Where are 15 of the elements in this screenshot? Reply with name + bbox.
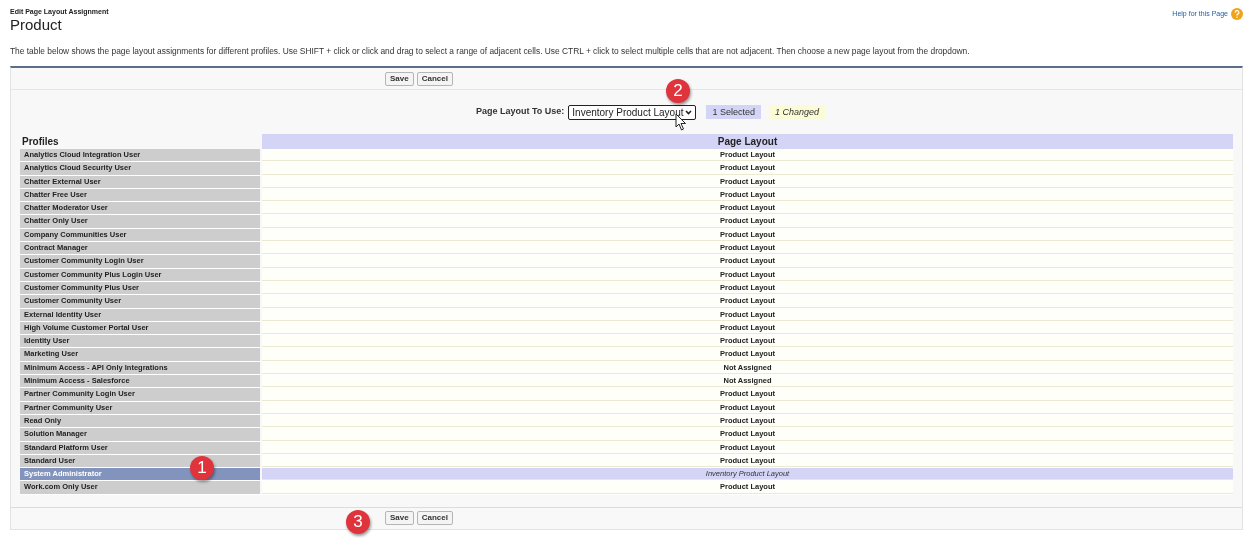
selected-count-badge: 1 Selected xyxy=(706,105,761,119)
column-header: Page Layout xyxy=(262,134,1233,149)
chevron-down-icon xyxy=(685,109,693,115)
help-icon xyxy=(1231,8,1243,20)
field-label: Page Layout To Use: xyxy=(475,105,565,119)
form-button[interactable]: Cancel xyxy=(416,511,453,526)
changed-count-badge: 1 Changed xyxy=(769,105,826,119)
form-button[interactable]: Cancel xyxy=(416,71,453,86)
page-title: Product xyxy=(10,16,63,33)
step-number-marker: 3 xyxy=(346,510,370,534)
form-button[interactable]: Save xyxy=(385,511,414,526)
layout-dropdown[interactable]: Inventory Product Layout xyxy=(568,104,697,120)
instructions-text: The table below shows the page layout assignments for different profiles. Use SHIFT + click or click and drag to select a range of adjacent cells. Use CTRL + click to select multiple cells that are not adjacent. Then choose a new page layout from the dropdown. xyxy=(9,46,971,56)
column-header: Profiles xyxy=(21,135,60,149)
form-button[interactable]: Save xyxy=(385,71,414,86)
